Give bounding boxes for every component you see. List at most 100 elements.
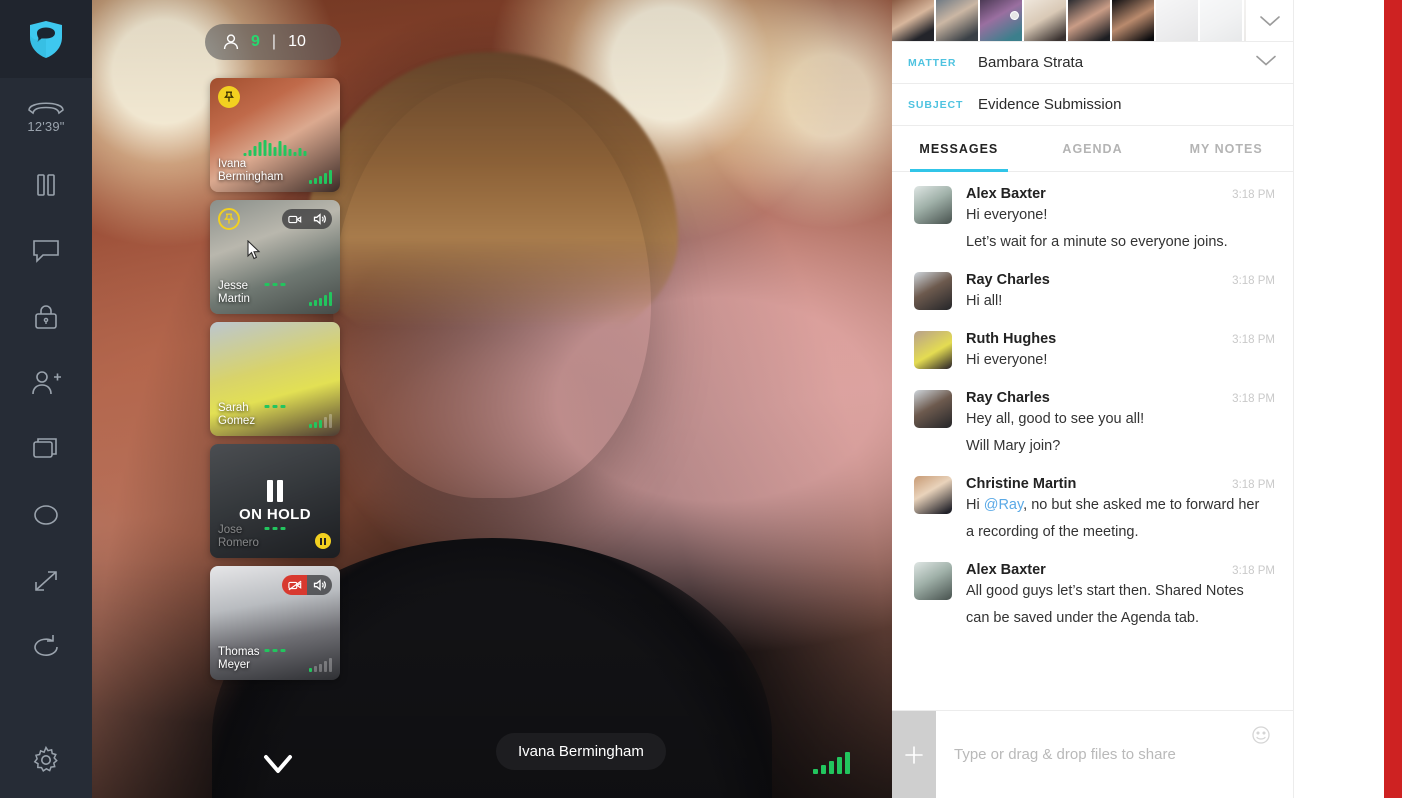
thumbnail-participant-name: Jesse Martin: [218, 280, 250, 305]
participants-separator: |: [271, 33, 277, 50]
sidebar-item-lock[interactable]: [0, 284, 92, 350]
avatar[interactable]: [914, 186, 952, 224]
matter-value: Bambara Strata: [978, 54, 1084, 71]
message-item: Ray Charles 3:18 PM Hey all, good to see y…: [914, 390, 1275, 460]
participant-count-badge[interactable]: 9 | 10: [205, 24, 341, 60]
camera-icon[interactable]: [282, 209, 307, 229]
signal-bars-icon: [309, 414, 332, 428]
participant-thumbnail[interactable]: Jesse Martin: [210, 200, 340, 314]
avatar[interactable]: [892, 0, 936, 41]
message-composer: [892, 710, 1293, 798]
avatar[interactable]: [1200, 0, 1244, 41]
message-body: Ruth Hughes 3:18 PM Hi everyone!: [966, 331, 1275, 374]
message-text: a recording of the meeting.: [966, 524, 1139, 540]
pin-icon[interactable]: [218, 86, 240, 108]
sidebar-item-record[interactable]: [0, 482, 92, 548]
message-text: Hi everyone!: [966, 207, 1048, 223]
participant-thumbnail[interactable]: ON HOLD Jose Romero: [210, 444, 340, 558]
message-body: Ray Charles 3:18 PM Hey all, good to see y…: [966, 390, 1275, 460]
message-author: Christine Martin: [966, 476, 1077, 492]
message-list[interactable]: Alex Baxter 3:18 PM Hi everyone! Let’s wait…: [892, 172, 1293, 710]
sidebar-item-refresh[interactable]: [0, 614, 92, 680]
active-speaker-name: Ivana Bermingham: [496, 733, 666, 770]
sidebar-item-chat[interactable]: [0, 218, 92, 284]
avatar[interactable]: [1068, 0, 1112, 41]
thumbnail-participant-name: Sarah Gomez: [218, 402, 256, 427]
avatar[interactable]: [914, 390, 952, 428]
avatar[interactable]: [914, 272, 952, 310]
camera-off-icon[interactable]: [282, 575, 307, 595]
side-panel-content: MATTER Bambara Strata SUBJECT Evidence S…: [892, 0, 1294, 798]
avatar[interactable]: [980, 0, 1024, 41]
message-body: Ray Charles 3:18 PM Hi all!: [966, 272, 1275, 315]
person-icon: [223, 34, 239, 50]
message-header: Alex Baxter 3:18 PM: [966, 186, 1275, 202]
on-hold-label: ON HOLD: [239, 505, 311, 523]
thumbnail-controls[interactable]: [282, 209, 332, 229]
message-timestamp: 3:18 PM: [1232, 334, 1275, 346]
pause-icon: [267, 479, 283, 502]
message-body: Alex Baxter 3:18 PM All good guys let’s st…: [966, 562, 1275, 632]
message-item: Alex Baxter 3:18 PM All good guys let’s st…: [914, 562, 1275, 632]
avatar[interactable]: [914, 562, 952, 600]
mention-link[interactable]: @Ray: [984, 497, 1023, 513]
matter-row[interactable]: MATTER Bambara Strata: [892, 42, 1293, 84]
thumbnails-scroll-down-icon[interactable]: [262, 752, 294, 778]
signal-bars-icon: [309, 170, 332, 184]
message-text: Hey all, good to see you all!: [966, 411, 1145, 427]
sidebar-item-add-participant[interactable]: [0, 350, 92, 416]
message-item: Christine Martin 3:18 PM Hi @Ray, no but s…: [914, 476, 1275, 546]
audio-waveform: [264, 405, 286, 408]
participant-thumbnail[interactable]: Ivana Bermingham: [210, 78, 340, 192]
avatar[interactable]: [914, 331, 952, 369]
tab-messages[interactable]: MESSAGES: [892, 126, 1026, 172]
sidebar-item-pause-call[interactable]: [0, 152, 92, 218]
signal-bars-icon: [309, 292, 332, 306]
participant-thumbnail[interactable]: Sarah Gomez: [210, 322, 340, 436]
gear-icon[interactable]: [0, 722, 92, 798]
tab-my-notes[interactable]: MY NOTES: [1159, 126, 1293, 171]
message-input-wrap[interactable]: [936, 711, 1293, 798]
avatar[interactable]: [1024, 0, 1068, 41]
side-panel: MATTER Bambara Strata SUBJECT Evidence S…: [892, 0, 1402, 798]
message-timestamp: 3:18 PM: [1232, 479, 1275, 491]
message-text: Hi @Ray, no but she asked me to forward …: [966, 497, 1260, 513]
signal-bars-icon: [309, 658, 332, 672]
left-toolbar: 12'39": [0, 0, 92, 798]
thumbnail-controls[interactable]: [282, 575, 332, 595]
tab-agenda[interactable]: AGENDA: [1026, 126, 1160, 171]
avatar[interactable]: [914, 476, 952, 514]
message-text: Will Mary join?: [966, 438, 1061, 454]
sidebar-item-hangup-timer[interactable]: 12'39": [0, 78, 92, 152]
message-text: All good guys let’s start then. Shared N…: [966, 583, 1244, 599]
toolbar-items: 12'39": [0, 78, 92, 680]
avatar-strip-toggle[interactable]: [1246, 0, 1293, 41]
participant-thumbnail-list: Ivana Bermingham Jesse Martin Sarah Gomez ON H…: [210, 78, 340, 680]
speaker-icon[interactable]: [307, 209, 332, 229]
pin-icon[interactable]: [218, 208, 240, 230]
mouse-cursor-icon: [246, 239, 264, 262]
smiley-icon[interactable]: [1251, 725, 1271, 750]
avatar[interactable]: [1244, 0, 1247, 41]
sidebar-item-screens[interactable]: [0, 416, 92, 482]
audio-waveform: [243, 140, 307, 156]
message-item: Alex Baxter 3:18 PM Hi everyone! Let’s wait…: [914, 186, 1275, 256]
shield-logo[interactable]: [0, 0, 92, 78]
message-header: Ray Charles 3:18 PM: [966, 390, 1275, 406]
avatar[interactable]: [1112, 0, 1156, 41]
message-input[interactable]: [954, 746, 1293, 763]
avatar[interactable]: [1156, 0, 1200, 41]
speaker-icon[interactable]: [307, 575, 332, 595]
signal-bars-icon: [813, 752, 850, 774]
message-item: Ruth Hughes 3:18 PM Hi everyone!: [914, 331, 1275, 374]
matter-dropdown-chevron-down-icon[interactable]: [1255, 54, 1277, 72]
sidebar-item-fullscreen[interactable]: [0, 548, 92, 614]
thumbnail-participant-name: Thomas Meyer: [218, 646, 260, 671]
message-text: Hi all!: [966, 293, 1003, 309]
add-attachment-button[interactable]: [892, 711, 936, 798]
panel-tabs: MESSAGES AGENDA MY NOTES: [892, 126, 1293, 172]
main-video-stage[interactable]: 9 | 10 Ivana Bermingham Jesse Martin Sarah Go…: [92, 0, 892, 798]
message-author: Ray Charles: [966, 390, 1050, 406]
participant-thumbnail[interactable]: Thomas Meyer: [210, 566, 340, 680]
avatar[interactable]: [936, 0, 980, 41]
